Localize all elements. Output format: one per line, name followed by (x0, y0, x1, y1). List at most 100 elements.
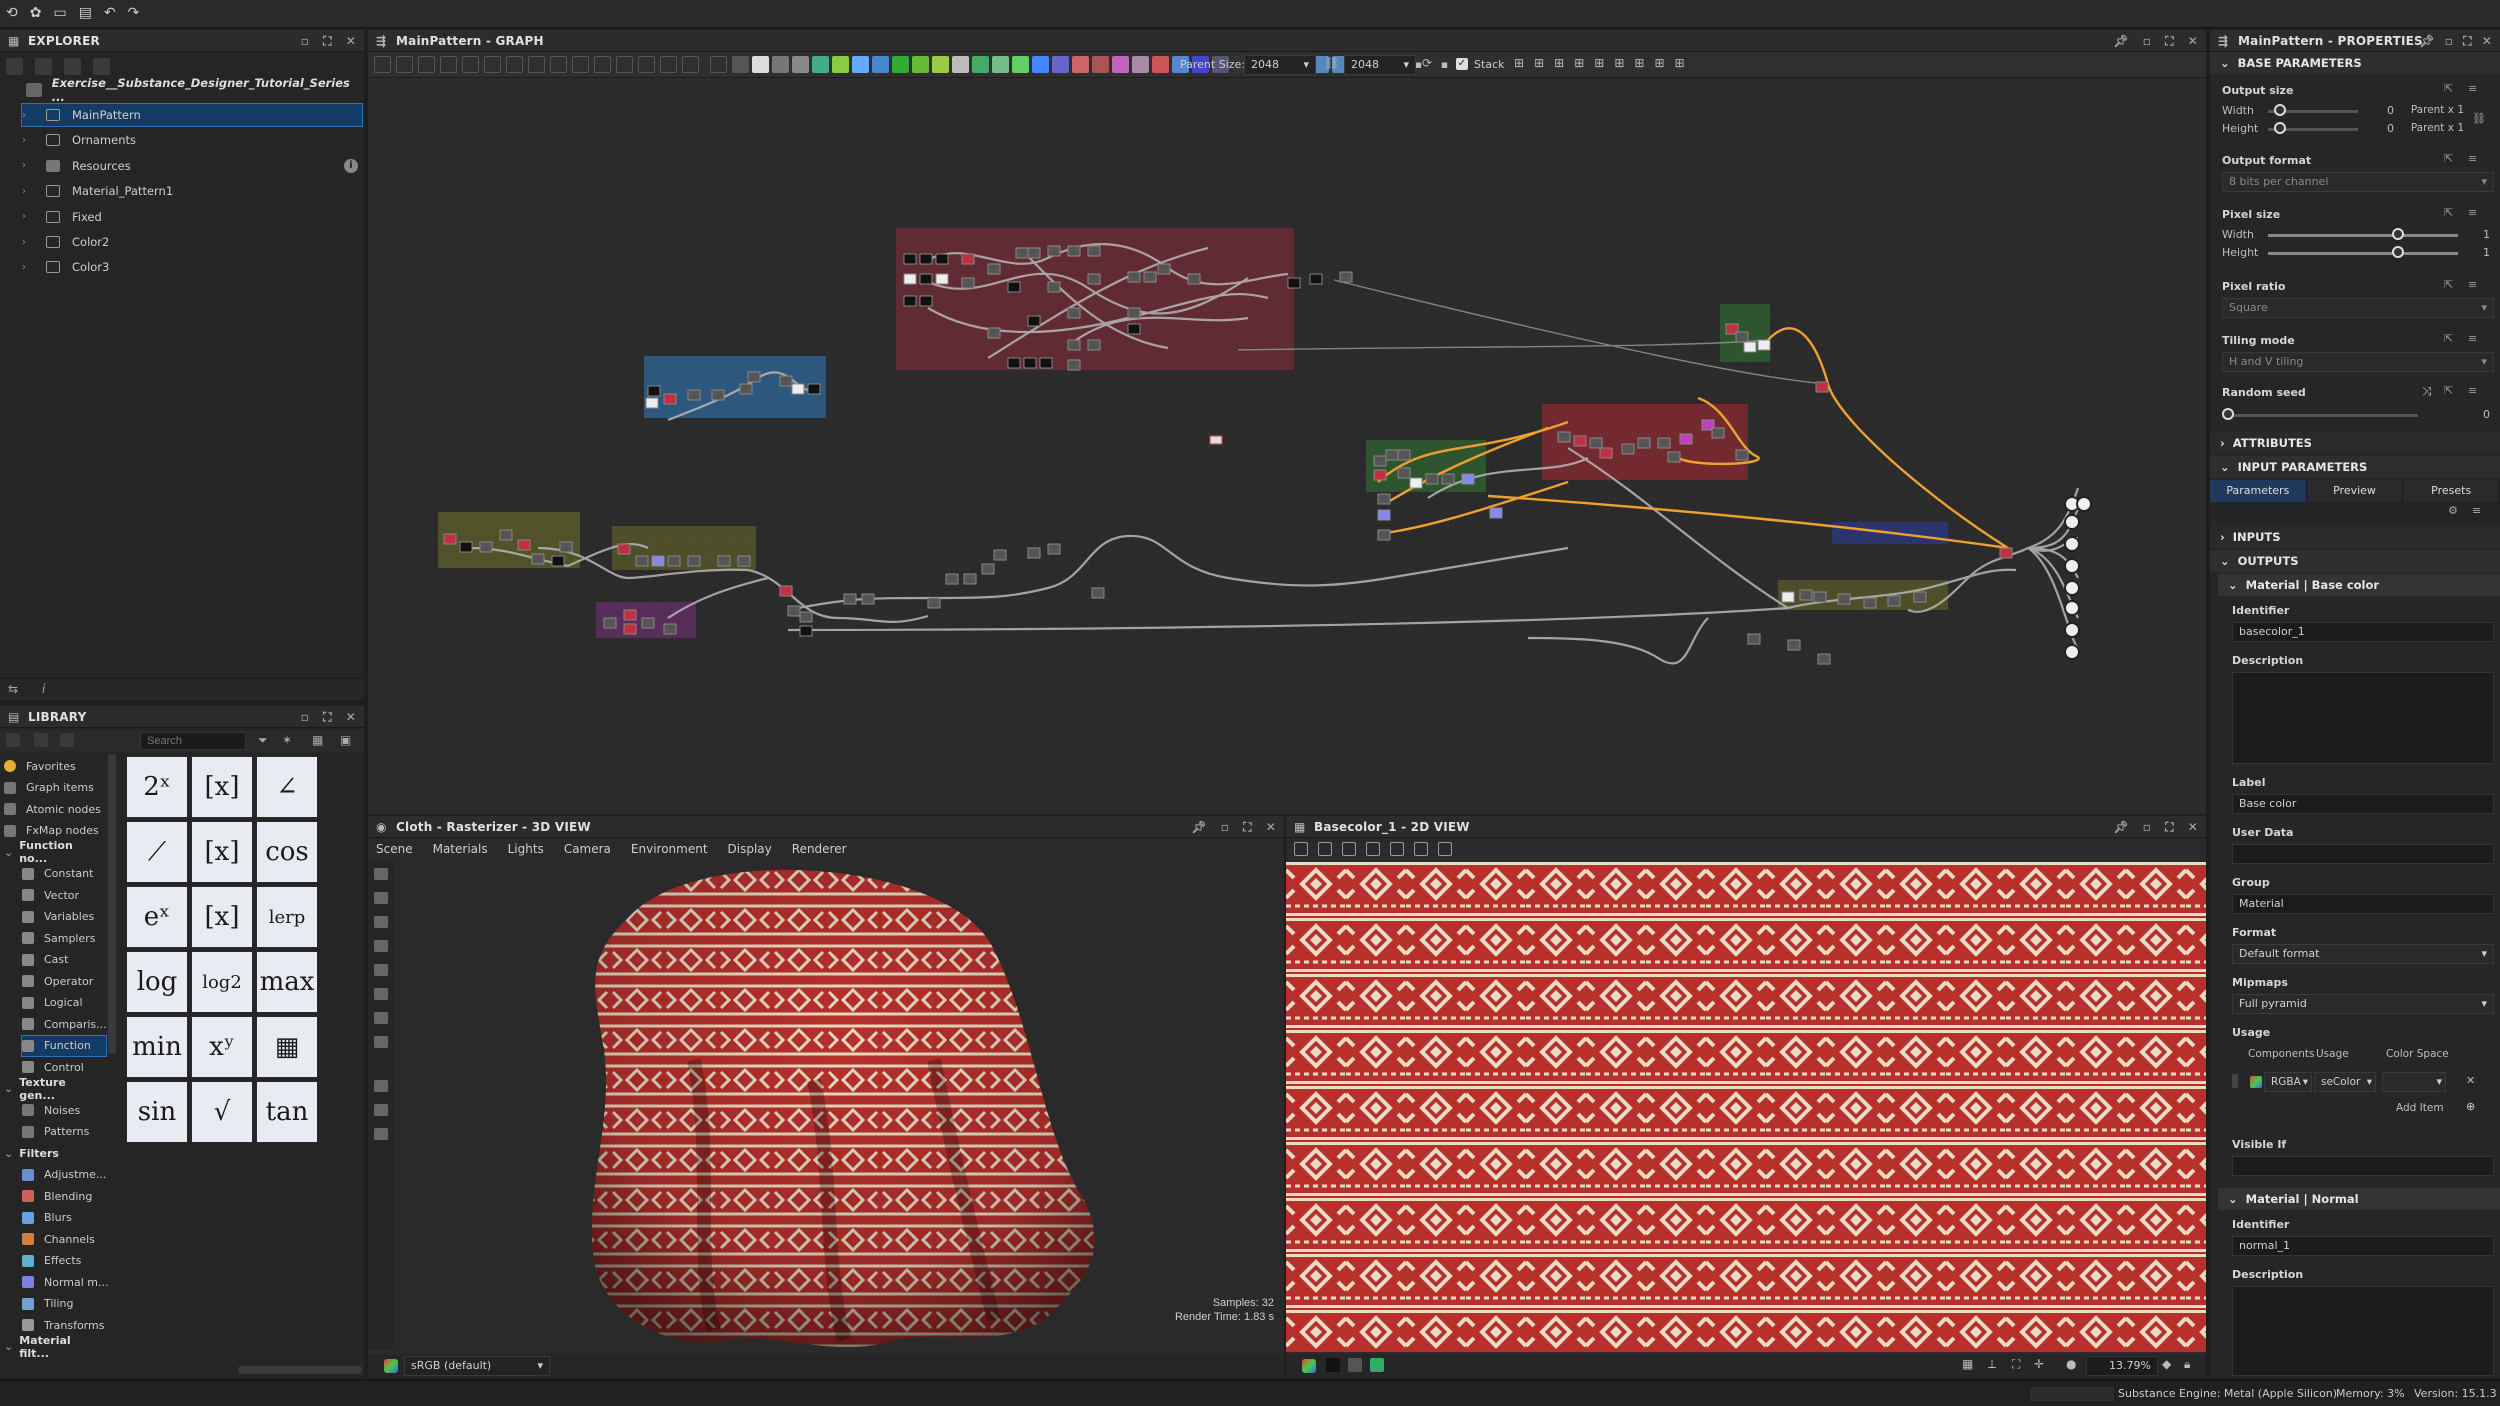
view3d-menu-item[interactable]: Environment (631, 842, 708, 856)
library-hscroll[interactable] (238, 1366, 362, 1374)
input-parameters-section[interactable]: ⌄ INPUT PARAMETERS (2210, 456, 2500, 478)
stack-checkbox[interactable]: ✓ (1456, 58, 1468, 70)
select-icon[interactable] (374, 916, 388, 928)
library-function-tile[interactable]: 2ˣ (126, 756, 188, 818)
normal-description-field[interactable] (2232, 1286, 2494, 1376)
zoom-arrow-icon[interactable]: ◆ (2162, 1357, 2171, 1371)
maximize-icon[interactable]: ⛶ (2165, 34, 2174, 49)
graph-node[interactable] (1377, 509, 1391, 521)
library-category[interactable]: Vector (22, 885, 122, 905)
node-type-icon[interactable] (772, 56, 789, 73)
library-function-tile[interactable]: xʸ (191, 1016, 253, 1078)
library-function-tile[interactable]: [x] (191, 886, 253, 948)
close-icon[interactable]: ✕ (2188, 820, 2198, 835)
view3d-menu-item[interactable]: Materials (433, 842, 488, 856)
align-icon[interactable]: ⊞ (1594, 56, 1604, 70)
node-type-icon[interactable] (972, 56, 989, 73)
lamp-icon[interactable] (374, 1012, 388, 1024)
info-icon[interactable] (1414, 842, 1428, 856)
copy-icon[interactable] (1342, 842, 1356, 856)
graph-tool-icon[interactable] (682, 56, 699, 73)
link-param-icon[interactable]: ⇱ (2444, 278, 2453, 291)
library-function-tile[interactable]: eˣ (126, 886, 188, 948)
view3d-menu-item[interactable]: Camera (564, 842, 611, 856)
fit-icon[interactable] (1366, 842, 1380, 856)
library-category[interactable]: Channels (22, 1229, 122, 1249)
graph-node[interactable] (1373, 469, 1387, 481)
filter-icon[interactable]: ⏷ (258, 733, 268, 748)
pixel-width-slider[interactable] (2268, 234, 2458, 237)
library-category[interactable]: Samplers (22, 928, 122, 948)
channel-grey-icon[interactable] (1348, 1358, 1362, 1372)
graph-node[interactable] (791, 383, 805, 395)
graph-node[interactable] (961, 277, 975, 289)
library-function-tile[interactable]: ∠ (256, 756, 318, 818)
align-icon[interactable]: ⊞ (1554, 56, 1564, 70)
graph-node[interactable] (1409, 477, 1423, 489)
collapse-icon[interactable]: ⌄ (4, 1340, 13, 1353)
expand-icon[interactable]: › (22, 237, 36, 248)
library-function-tile[interactable]: max (256, 951, 318, 1013)
graph-tool-icon[interactable] (396, 56, 413, 73)
float-icon[interactable]: ▫ (301, 34, 309, 49)
graph-node[interactable] (903, 273, 917, 285)
node-type-icon[interactable] (1032, 56, 1049, 73)
library-category[interactable]: Graph items (4, 778, 104, 798)
graph-node[interactable] (651, 555, 665, 567)
channel-black-icon[interactable] (1326, 1358, 1340, 1372)
graph-node[interactable] (667, 555, 681, 567)
format-select[interactable]: Default format ▾ (2232, 944, 2494, 964)
node-type-icon[interactable] (752, 56, 769, 73)
align-icon[interactable]: ⊞ (1675, 56, 1685, 70)
list-icon[interactable]: ≡ (2472, 504, 2481, 517)
graph-node[interactable] (1309, 273, 1323, 285)
graph-node[interactable] (1757, 339, 1771, 351)
reset-icon[interactable]: ⟳ (1422, 56, 1432, 70)
node-type-icon[interactable] (1012, 56, 1029, 73)
node-type-icon[interactable] (1092, 56, 1109, 73)
library-function-tile[interactable]: cos (256, 821, 318, 883)
graph-node[interactable] (927, 597, 941, 609)
maximize-icon[interactable]: ⛶ (323, 710, 332, 725)
node-type-icon[interactable] (832, 56, 849, 73)
graph-node[interactable] (647, 385, 661, 397)
graph-node[interactable] (1735, 449, 1749, 461)
size2-select[interactable]: 2048 ▾ (1344, 55, 1416, 75)
node-type-icon[interactable] (992, 56, 1009, 73)
graph-node[interactable] (1287, 277, 1301, 289)
new-package-icon[interactable] (6, 58, 23, 75)
graph-node[interactable] (1091, 587, 1105, 599)
output-node[interactable] (2076, 496, 2092, 512)
library-function-tile[interactable]: log (126, 951, 188, 1013)
height-slider-knob[interactable] (2274, 122, 2286, 134)
graph-node[interactable] (1015, 247, 1029, 259)
library-category[interactable]: Blurs (22, 1208, 122, 1228)
graph-node[interactable] (1743, 341, 1757, 353)
outputs-section[interactable]: ⌄ OUTPUTS (2210, 550, 2500, 572)
expand-icon[interactable]: › (22, 186, 36, 197)
graph-tool-icon[interactable] (462, 56, 479, 73)
library-category[interactable]: Patterns (22, 1122, 122, 1142)
graph-node[interactable] (1999, 547, 2013, 559)
image-icon[interactable] (374, 940, 388, 952)
graph-node[interactable] (635, 555, 649, 567)
close-icon[interactable]: ✕ (346, 34, 356, 49)
sphere-icon[interactable] (374, 988, 388, 1000)
graph-node[interactable] (1067, 245, 1081, 257)
base-parameters-section[interactable]: ⌄ BASE PARAMETERS (2210, 52, 2500, 74)
graph-node[interactable] (711, 389, 725, 401)
height-relative[interactable]: Parent x 1 (2390, 122, 2464, 134)
graph-node[interactable] (1087, 339, 1101, 351)
library-category[interactable]: Blending (22, 1186, 122, 1206)
graph-node[interactable] (717, 555, 731, 567)
output-node[interactable] (2064, 600, 2080, 616)
library-category[interactable]: Effects (22, 1251, 122, 1271)
graph-node[interactable] (1047, 543, 1061, 555)
library-category[interactable]: Logical (22, 993, 122, 1013)
param-menu-icon[interactable]: ≡ (2468, 332, 2477, 345)
graph-tool-icon[interactable] (638, 56, 655, 73)
pixel-ratio-select[interactable]: Square ▾ (2222, 298, 2494, 318)
graph-node[interactable] (935, 253, 949, 265)
graph-node[interactable] (1127, 271, 1141, 283)
align-icon[interactable]: ⊞ (1534, 56, 1544, 70)
